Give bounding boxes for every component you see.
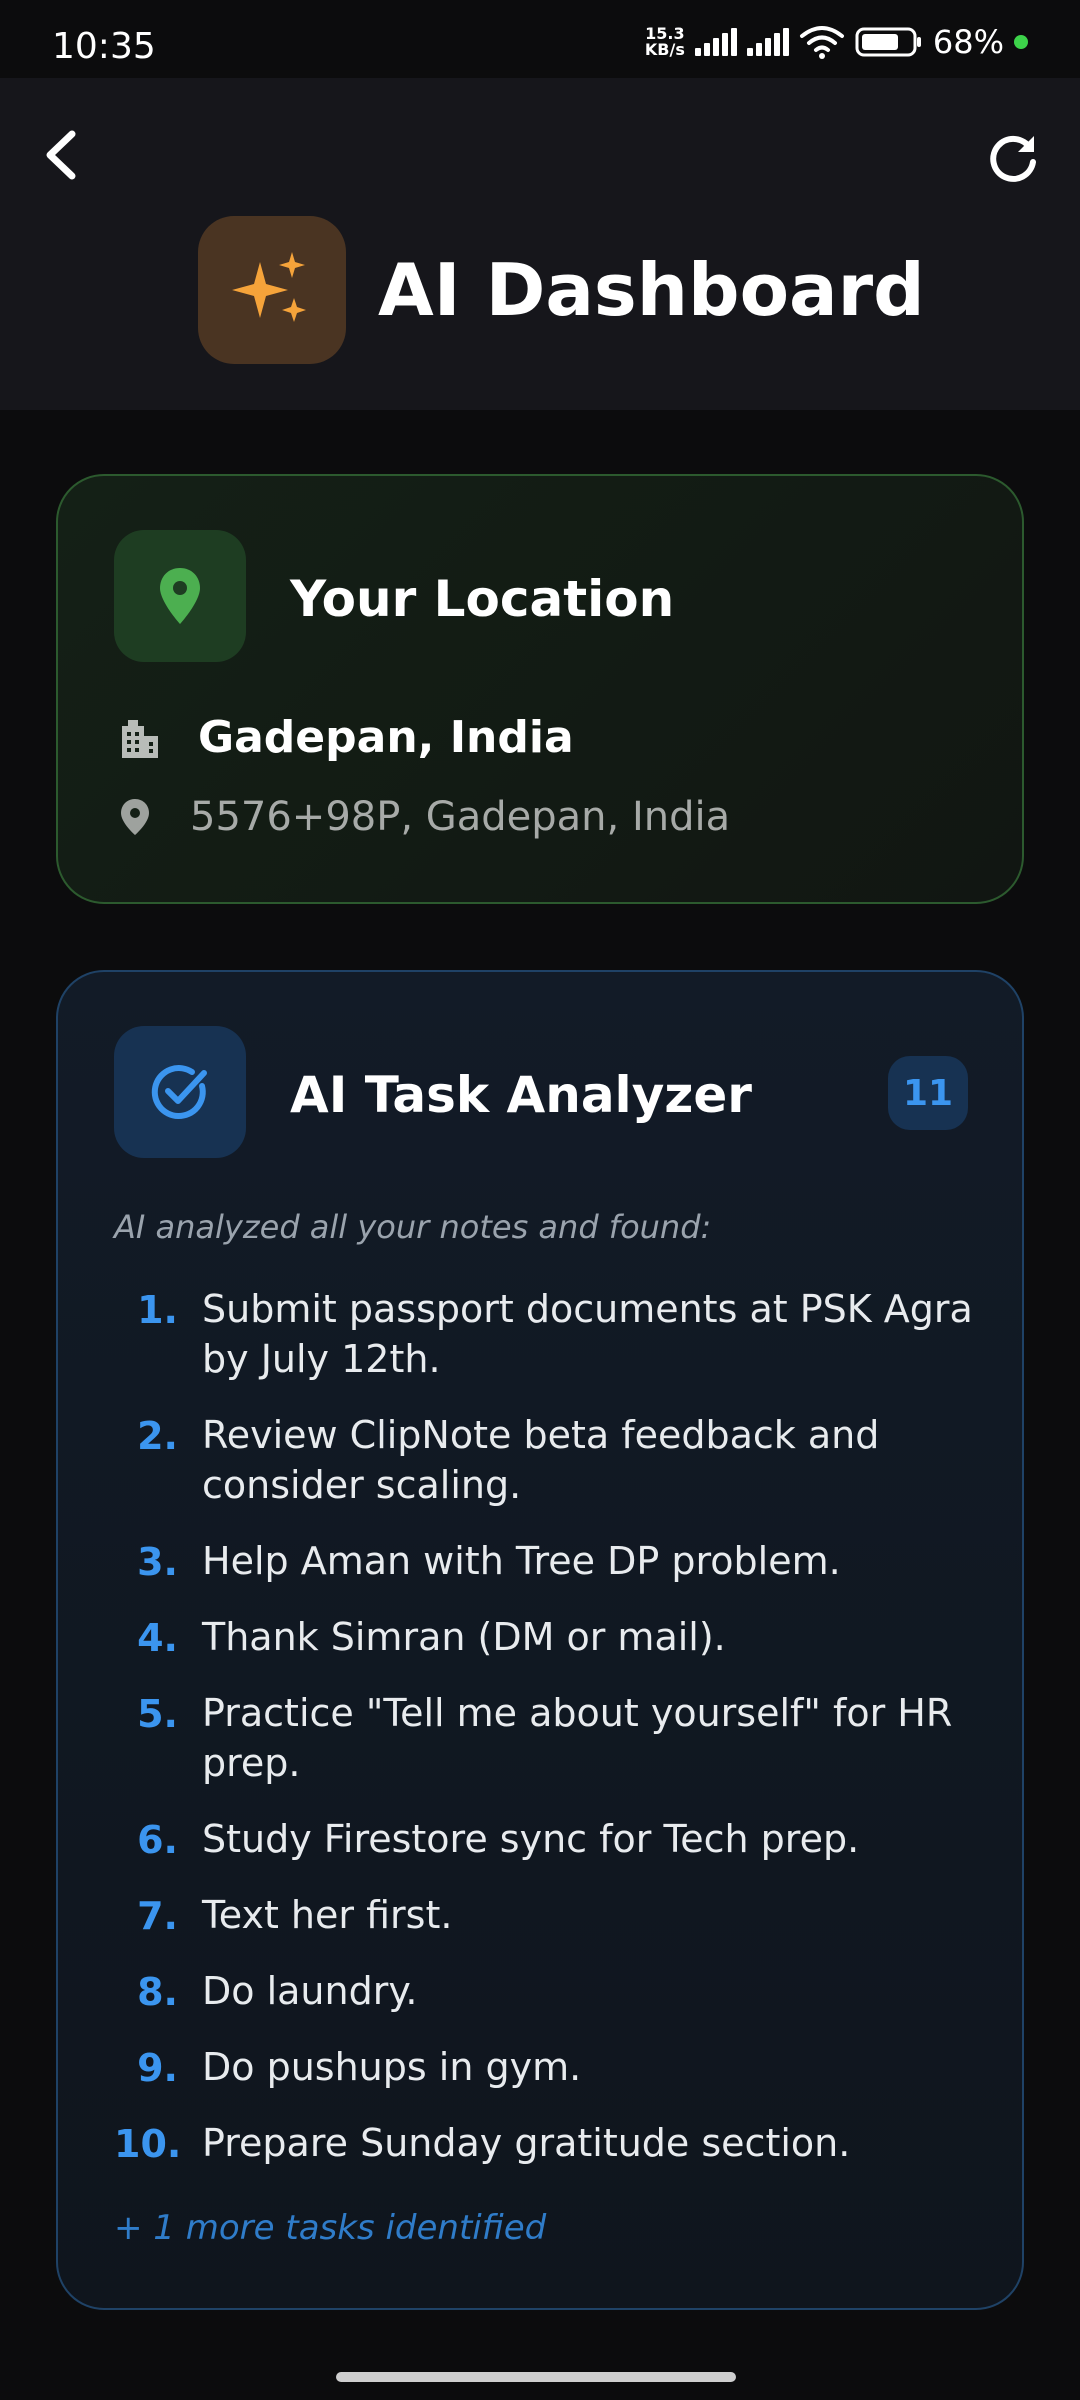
signal-icon-2 xyxy=(746,28,789,56)
more-tasks-link[interactable]: + 1 more tasks identified xyxy=(114,2208,546,2248)
app-logo xyxy=(198,216,346,364)
app-header: AI Dashboard xyxy=(0,78,1080,410)
location-city: Gadepan, India xyxy=(198,712,574,763)
sparkles-icon xyxy=(232,252,306,322)
battery-icon xyxy=(855,27,921,57)
refresh-icon xyxy=(990,135,1036,182)
network-speed: 15.3 KB/s xyxy=(644,24,685,59)
task-icon-badge xyxy=(114,1026,246,1158)
location-address: 5576+98P, Gadepan, India xyxy=(190,794,731,840)
task-item: 7. Text her first. xyxy=(137,1893,453,1938)
status-bar: 10:35 15.3 KB/s 68% xyxy=(0,0,1080,78)
task-item: 6. Study Firestore sync for Tech prep. xyxy=(137,1817,860,1862)
task-item: 8. Do laundry. xyxy=(137,1969,418,2014)
task-list: 1. Submit passport documents at PSK Agra … xyxy=(114,1284,974,2194)
task-item: 2. Review ClipNote beta feedback and cons… xyxy=(137,1413,880,1507)
location-address-row: 5576+98P, Gadepan, India xyxy=(118,794,730,840)
task-item: 3. Help Aman with Tree DP problem. xyxy=(137,1539,841,1584)
check-circle-icon xyxy=(151,1065,207,1120)
refresh-button[interactable] xyxy=(982,126,1044,188)
task-item: 4. Thank Simran (DM or mail). xyxy=(137,1615,726,1660)
location-card-title: Your Location xyxy=(290,570,675,628)
battery-percent: 68% xyxy=(932,23,1004,61)
task-count-badge: 11 xyxy=(888,1056,968,1130)
building-icon xyxy=(122,719,158,758)
place-icon xyxy=(121,799,149,835)
signal-icon xyxy=(694,28,737,56)
status-icons: 15.3 KB/s 68% xyxy=(645,22,1028,62)
location-card: Your Location Gadepan, India 5576+98P, G… xyxy=(56,474,1024,904)
back-arrow-icon xyxy=(46,130,76,180)
back-button[interactable] xyxy=(36,120,96,190)
task-item: 9. Do pushups in gym. xyxy=(137,2045,582,2090)
map-pin-icon xyxy=(160,568,200,624)
task-item: 1. Submit passport documents at PSK Agra … xyxy=(137,1287,973,1381)
charging-dot xyxy=(1014,35,1028,49)
task-card-title: AI Task Analyzer xyxy=(290,1066,752,1124)
task-intro-text: AI analyzed all your notes and found: xyxy=(114,1208,712,1246)
task-item: 5. Practice "Tell me about yourself" for … xyxy=(137,1691,953,1785)
home-indicator[interactable] xyxy=(336,2372,736,2382)
location-city-row: Gadepan, India xyxy=(118,712,574,763)
status-time: 10:35 xyxy=(52,26,156,67)
location-icon-badge xyxy=(114,530,246,662)
task-item: 10. Prepare Sunday gratitude section. xyxy=(114,2121,851,2166)
task-analyzer-card: AI Task Analyzer 11 AI analyzed all your… xyxy=(56,970,1024,2310)
page-title: AI Dashboard xyxy=(378,248,925,332)
wifi-icon xyxy=(799,26,844,59)
